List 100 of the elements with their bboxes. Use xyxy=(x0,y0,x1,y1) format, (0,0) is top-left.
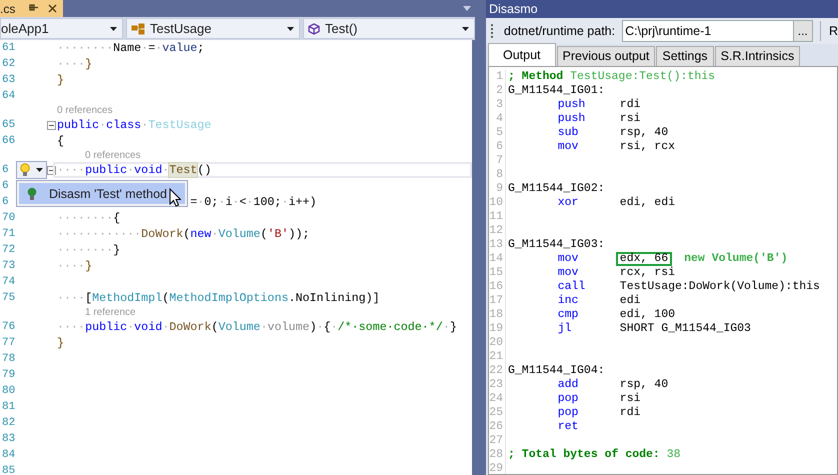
line-number: 80 xyxy=(1,385,16,397)
asm-operands: rsp, 40 xyxy=(618,378,670,392)
line-number: 77 xyxy=(1,337,16,349)
line-number: 6 xyxy=(489,140,506,154)
asm-mnemonic: mov xyxy=(558,266,580,280)
asm-comment: ; Method TestUsage:Test():this xyxy=(508,70,716,84)
tab[interactable]: S.R.Intrinsics xyxy=(714,46,800,66)
lightbulb-button[interactable] xyxy=(16,161,47,179)
asm-mnemonic: push xyxy=(558,112,586,126)
line-number: 16 xyxy=(489,280,506,294)
line-number: 27 xyxy=(489,434,506,448)
line-number: 13 xyxy=(489,238,506,252)
asm-label: G_M11544_IG04: xyxy=(508,364,605,378)
code-line: public·class·TestUsage xyxy=(57,117,212,133)
line-number: 79 xyxy=(1,369,16,381)
line-number: 78 xyxy=(1,353,16,365)
line-number: 10 xyxy=(489,196,506,210)
asm-note: new Volume('B') xyxy=(684,252,788,266)
line-number: 29 xyxy=(489,462,506,474)
class-dropdown[interactable]: TestUsage xyxy=(126,18,300,39)
asm-mnemonic: cmp xyxy=(558,308,580,322)
asm-mnemonic: call xyxy=(558,280,586,294)
asm-operands: SHORT G_M11544_IG03 xyxy=(618,322,752,336)
asm-operands: rsi xyxy=(618,112,642,126)
line-number: 4 xyxy=(489,112,506,126)
toolbar-label[interactable]: R xyxy=(828,24,838,38)
code-line: ········{ xyxy=(57,210,120,226)
line-number: 83 xyxy=(1,433,16,445)
code-line: ········Name·=·value; xyxy=(57,40,204,56)
line-number: 6 xyxy=(1,196,10,208)
code-line: ····public·void·DoWork(Volume·volume)·{·/*·some·code·*/·} xyxy=(57,319,457,335)
menu-item[interactable]: Disasm 'Test' method xyxy=(19,183,185,204)
line-number: 17 xyxy=(489,294,506,308)
line-number: 63 xyxy=(1,74,16,86)
member-dropdown[interactable]: Test() xyxy=(303,18,475,39)
asm-mnemonic: xor xyxy=(558,196,580,210)
code-line: =·0;·i·<·100;·i++) xyxy=(190,194,317,210)
line-number: 2 xyxy=(489,84,506,98)
asm-comment: ; Total bytes of code: 38 xyxy=(508,448,681,462)
lightbulb-icon xyxy=(27,186,37,200)
line-number: 61 xyxy=(1,42,16,54)
line-number: 14 xyxy=(489,252,506,266)
line-number: 21 xyxy=(489,350,506,364)
line-number: 62 xyxy=(1,58,16,70)
asm-label: G_M11544_IG02: xyxy=(508,182,605,196)
code-line: ········} xyxy=(57,242,120,258)
line-number: 72 xyxy=(1,244,16,256)
tab[interactable]: Settings xyxy=(656,46,714,66)
asm-operands: edi, 100 xyxy=(618,308,676,322)
collapse-icon[interactable] xyxy=(47,120,56,130)
line-number: 84 xyxy=(1,449,16,461)
caret-icon xyxy=(462,26,469,30)
line-number: 1 xyxy=(489,70,506,84)
line-number: 23 xyxy=(489,378,506,392)
code-line: { xyxy=(57,133,64,149)
code-line: } xyxy=(57,72,64,88)
asm-mnemonic: jl xyxy=(558,322,572,336)
asm-operands: rcx, rsi xyxy=(618,266,676,280)
asm-mnemonic: pop xyxy=(558,392,580,406)
code-line: } xyxy=(57,335,64,351)
pointer-icon xyxy=(169,188,181,207)
code-line: ····} xyxy=(57,56,92,72)
asm-mnemonic: ret xyxy=(558,420,580,434)
lightbulb-icon xyxy=(20,163,30,177)
browse-button[interactable]: ... xyxy=(792,20,813,42)
asm-mnemonic: pop xyxy=(558,406,580,420)
path-field[interactable]: C:\prj\runtime-1 xyxy=(622,20,793,42)
line-number: 85 xyxy=(1,465,16,475)
line-number: 81 xyxy=(1,401,16,413)
project-dropdown[interactable]: oleApp1 xyxy=(0,18,123,39)
asm-label: G_M11544_IG01: xyxy=(508,84,605,98)
line-number: 7 xyxy=(489,154,506,168)
line-number: 74 xyxy=(1,276,16,288)
document-tab[interactable]: .cs xyxy=(0,0,64,17)
close-icon xyxy=(48,4,58,13)
tab[interactable]: Output xyxy=(488,43,556,66)
code-line: ····public·void·Test() xyxy=(53,162,472,178)
asm-mnemonic: mov xyxy=(558,252,580,266)
asm-operands: edx, 66 xyxy=(616,252,672,266)
asm-operands: rsi, rcx xyxy=(618,140,676,154)
line-number: 75 xyxy=(1,292,16,304)
line-number: 28 xyxy=(489,448,506,462)
code-line: ············DoWork(new·Volume('B')); xyxy=(57,226,310,242)
line-number: 9 xyxy=(489,182,506,196)
asm-operands: edi xyxy=(618,294,642,308)
tab[interactable]: Previous output xyxy=(556,46,656,66)
line-number: 25 xyxy=(489,406,506,420)
asm-mnemonic: push xyxy=(558,98,586,112)
line-number: 65 xyxy=(1,119,16,131)
code-line: ····[MethodImpl(MethodImplOptions.NoInlining)] xyxy=(57,290,380,306)
line-number: 24 xyxy=(489,392,506,406)
line-number: 66 xyxy=(1,135,16,147)
asm-operands: rdi xyxy=(618,406,642,420)
caret-icon xyxy=(110,26,117,30)
line-number: 15 xyxy=(489,266,506,280)
field-label: dotnet/runtime path: xyxy=(504,24,616,38)
line-number: 3 xyxy=(489,98,506,112)
cube-icon xyxy=(308,22,320,34)
pin-icon xyxy=(29,4,38,14)
asm-label: G_M11544_IG03: xyxy=(508,238,605,252)
